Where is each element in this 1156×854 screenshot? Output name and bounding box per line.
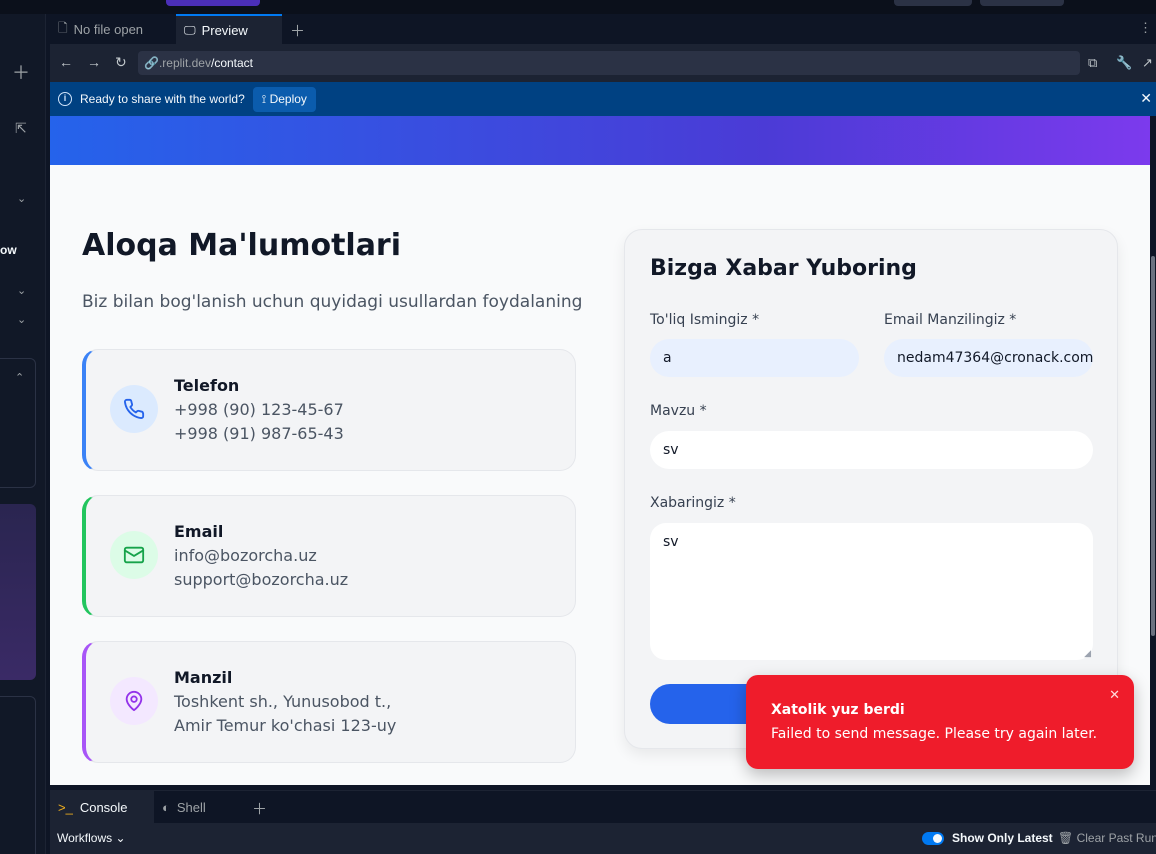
card-line: +998 (91) 987-65-43 bbox=[174, 424, 344, 443]
tab-shell[interactable]: ◐ Shell bbox=[154, 791, 244, 823]
card-line: info@bozorcha.uz bbox=[174, 546, 317, 565]
shell-icon: ◐ bbox=[162, 799, 170, 815]
mail-icon bbox=[110, 531, 158, 579]
chevron-down-icon[interactable]: ⌄ bbox=[17, 313, 26, 326]
message-textarea[interactable]: sv ◢ bbox=[650, 523, 1093, 660]
page-title: Aloqa Ma'lumotlari bbox=[82, 228, 402, 263]
workflow-bar: Workflows ⌄ Show Only Latest 🗑 Clear Pas… bbox=[50, 823, 1156, 854]
editor-tab-bar: 🗋 No file open 🖵 Preview ＋ ⋮ bbox=[50, 14, 1156, 44]
workflows-label: Workflows bbox=[57, 831, 113, 845]
toggle-knob bbox=[933, 834, 942, 843]
top-pill-2[interactable] bbox=[980, 0, 1064, 6]
card-heading: Telefon bbox=[174, 376, 240, 395]
add-tab-icon[interactable]: ＋ bbox=[290, 20, 305, 41]
deploy-icon: ⟟ bbox=[261, 91, 270, 106]
close-icon[interactable]: ✕ bbox=[1140, 90, 1152, 107]
plus-icon[interactable]: ＋ bbox=[12, 59, 30, 85]
url-host: .replit.dev bbox=[158, 56, 211, 70]
deploy-label: Deploy bbox=[269, 91, 307, 106]
sidebar-panel-lower bbox=[0, 696, 36, 854]
show-only-latest-label: Show Only Latest bbox=[952, 831, 1053, 845]
tab-label: Console bbox=[79, 799, 128, 815]
show-only-latest-toggle[interactable] bbox=[922, 832, 944, 845]
phone-icon bbox=[110, 385, 158, 433]
preview-toolbar: ← → ↻ 🔗.replit.dev/contact ⧉ 🔧 ↗ bbox=[50, 44, 1156, 82]
map-pin-icon bbox=[110, 677, 158, 725]
contact-card-email: Email info@bozorcha.uz support@bozorcha.… bbox=[82, 495, 576, 617]
bottom-panel: >_ Console ◐ Shell ＋ Workflows ⌄ Show On… bbox=[50, 790, 1156, 854]
sidebar-panel: ⌃ bbox=[0, 358, 36, 488]
open-external-icon[interactable]: ↗ bbox=[1142, 55, 1153, 71]
add-tab-icon[interactable]: ＋ bbox=[252, 798, 267, 819]
clear-label: Clear Past Runs bbox=[1076, 831, 1156, 845]
message-label: Xabaringiz * bbox=[650, 495, 736, 511]
sidebar-promo-card[interactable] bbox=[0, 504, 36, 680]
chevron-up-icon[interactable]: ⌃ bbox=[15, 371, 24, 384]
card-heading: Email bbox=[174, 522, 224, 541]
card-line: support@bozorcha.uz bbox=[174, 570, 349, 589]
page-subtitle: Biz bilan bog'lanish uchun quyidagi usul… bbox=[82, 292, 583, 312]
preview-scrollbar[interactable] bbox=[1150, 116, 1156, 785]
contact-card-phone: Telefon +998 (90) 123-45-67 +998 (91) 98… bbox=[82, 349, 576, 471]
ide-window: ＋ ⇱ ⌄ ow ⌄ ⌄ ⌃ 🗋 No file open 🖵 Preview … bbox=[0, 0, 1156, 854]
link-icon: 🔗 bbox=[144, 56, 159, 70]
card-heading: Manzil bbox=[174, 668, 233, 687]
top-pill-accent[interactable] bbox=[166, 0, 260, 6]
url-input[interactable]: 🔗.replit.dev/contact bbox=[138, 51, 1080, 75]
terminal-icon: >_ bbox=[58, 799, 73, 815]
more-icon[interactable]: ⋮ bbox=[1139, 20, 1152, 36]
clear-past-runs-button[interactable]: 🗑 Clear Past Runs bbox=[1058, 831, 1156, 845]
external-link-icon[interactable]: ⇱ bbox=[15, 120, 27, 137]
top-strip bbox=[0, 0, 1156, 14]
back-arrow-icon[interactable]: ← bbox=[59, 54, 73, 70]
email-input[interactable]: nedam47364@cronack.com bbox=[884, 339, 1093, 377]
card-line: Toshkent sh., Yunusobod t., bbox=[174, 692, 392, 711]
workflows-dropdown[interactable]: Workflows ⌄ bbox=[57, 831, 126, 845]
resize-grip-icon[interactable]: ◢ bbox=[1084, 649, 1091, 659]
name-label: To'liq Ismingiz * bbox=[650, 312, 760, 328]
deploy-banner: i Ready to share with the world? ⟟ Deplo… bbox=[50, 82, 1156, 116]
scrollbar-thumb[interactable] bbox=[1151, 256, 1155, 636]
monitor-icon: 🖵 bbox=[184, 22, 196, 37]
subject-input[interactable]: sv bbox=[650, 431, 1093, 469]
wrench-icon[interactable]: 🔧 bbox=[1116, 55, 1132, 71]
top-pill-1[interactable] bbox=[894, 0, 972, 6]
contact-card-address: Manzil Toshkent sh., Yunusobod t., Amir … bbox=[82, 641, 576, 763]
tab-label: No file open bbox=[73, 21, 144, 37]
tab-preview[interactable]: 🖵 Preview bbox=[176, 14, 282, 44]
tab-label: Preview bbox=[201, 22, 248, 38]
card-line: +998 (90) 123-45-67 bbox=[174, 400, 344, 419]
contact-form: Bizga Xabar Yuboring To'liq Ismingiz * E… bbox=[624, 229, 1118, 749]
hero-gradient bbox=[50, 116, 1150, 165]
deploy-button[interactable]: ⟟ Deploy bbox=[252, 86, 316, 112]
file-icon: 🗋 bbox=[58, 20, 68, 35]
banner-message: Ready to share with the world? bbox=[80, 92, 245, 106]
sidebar-partial-label: ow bbox=[0, 243, 17, 257]
left-sidebar: ＋ ⇱ ⌄ ow ⌄ ⌄ ⌃ bbox=[0, 14, 46, 854]
devices-icon[interactable]: ⧉ bbox=[1088, 55, 1097, 71]
name-input[interactable]: a bbox=[650, 339, 859, 377]
info-icon: i bbox=[58, 92, 72, 106]
tab-console[interactable]: >_ Console bbox=[50, 791, 154, 823]
chevron-down-icon[interactable]: ⌄ bbox=[17, 284, 26, 297]
error-toast: Xatolik yuz berdi Failed to send message… bbox=[746, 675, 1134, 769]
tab-no-file[interactable]: 🗋 No file open bbox=[50, 14, 176, 44]
form-title: Bizga Xabar Yuboring bbox=[650, 256, 917, 281]
subject-label: Mavzu * bbox=[650, 403, 707, 419]
url-path: /contact bbox=[210, 56, 254, 70]
tab-label: Shell bbox=[176, 799, 206, 815]
toast-title: Xatolik yuz berdi bbox=[771, 702, 905, 718]
toast-message: Failed to send message. Please try again… bbox=[771, 726, 1098, 742]
trash-icon: 🗑 bbox=[1058, 831, 1077, 845]
reload-icon[interactable]: ↻ bbox=[115, 54, 127, 71]
card-line: Amir Temur ko'chasi 123-uy bbox=[174, 716, 397, 735]
email-label: Email Manzilingiz * bbox=[884, 312, 1017, 328]
close-icon[interactable]: ✕ bbox=[1109, 687, 1120, 703]
chevron-down-icon[interactable]: ⌄ bbox=[17, 192, 26, 205]
chevron-down-icon: ⌄ bbox=[115, 831, 126, 845]
message-value: sv bbox=[663, 534, 679, 550]
forward-arrow-icon[interactable]: → bbox=[87, 54, 101, 70]
